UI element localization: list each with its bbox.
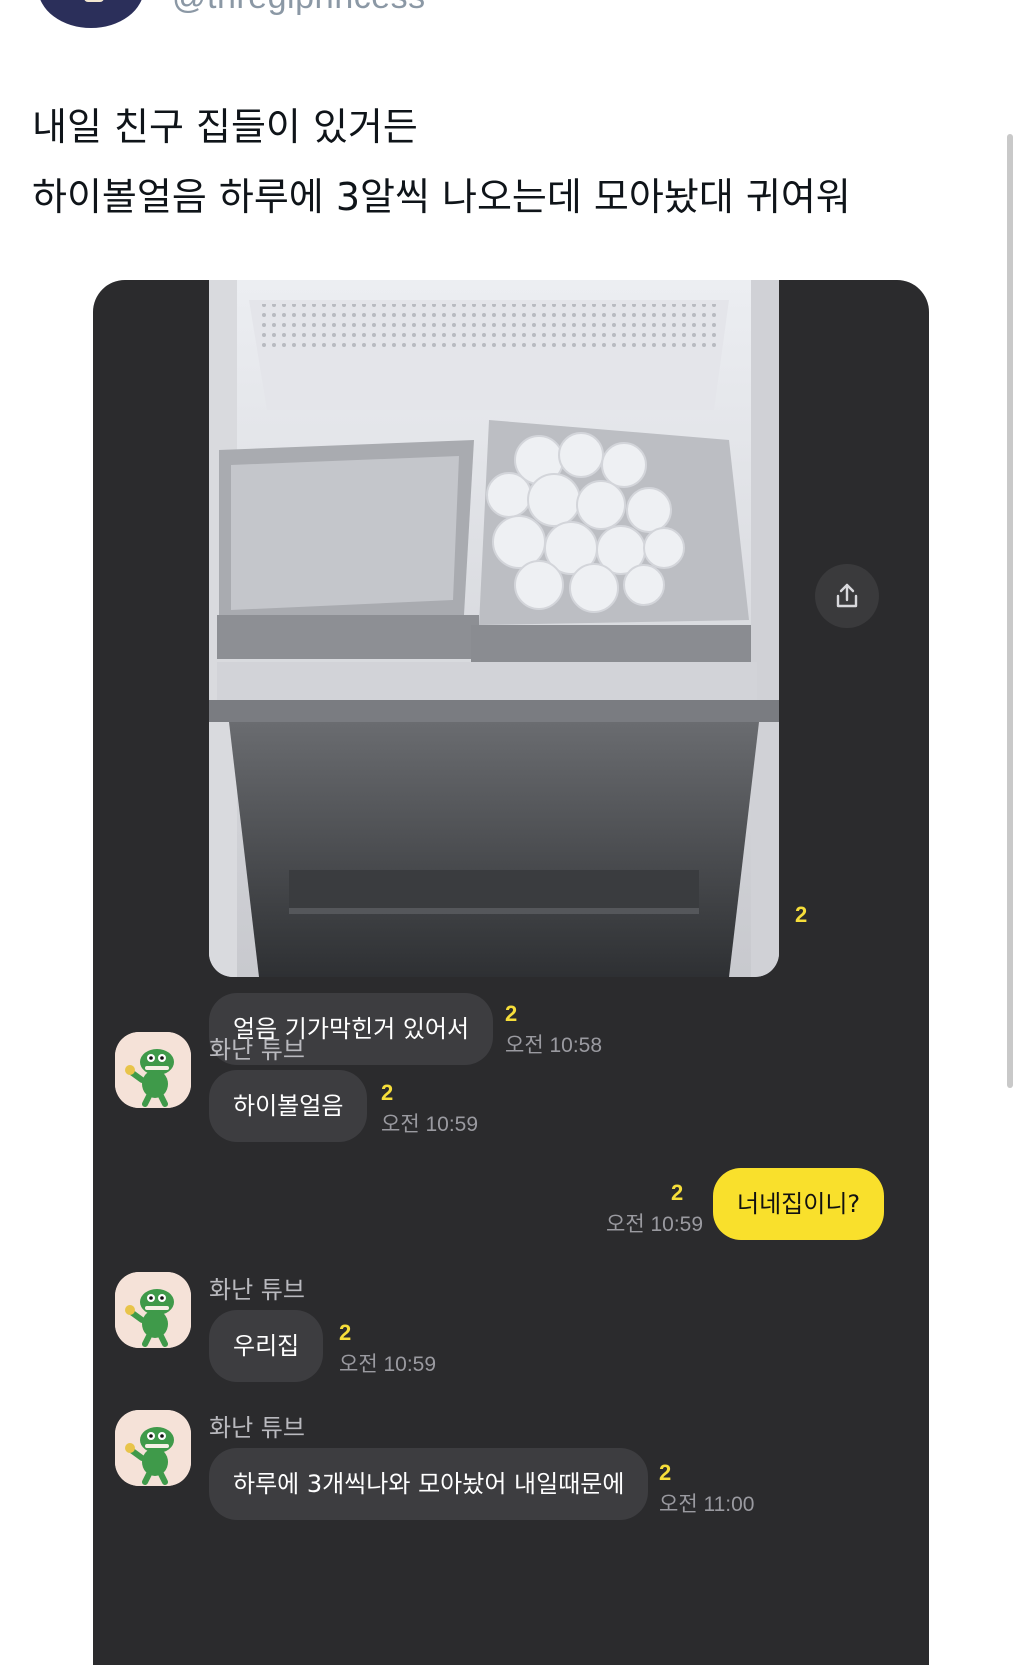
tube-avatar-icon (115, 1272, 191, 1348)
read-count: 2 (339, 1320, 352, 1345)
message-bubble[interactable]: 하이볼얼음 (209, 1070, 368, 1142)
photo-read-count: 2 (795, 902, 808, 927)
freezer-photo[interactable] (209, 280, 779, 977)
message-time: 오전 10:59 (381, 1113, 479, 1136)
tweet-line: 하이볼얼음 하루에 3알씩 나오는데 모아놨대 귀여워 (32, 175, 851, 219)
message-time: 오전 10:59 (339, 1353, 437, 1376)
tweet-text: 내일 친구 집들이 있거든 하이볼얼음 하루에 3알씩 나오는데 모아놨대 귀여… (32, 92, 982, 232)
read-count: 2 (505, 1001, 518, 1026)
avatar-decoration (84, 0, 104, 2)
tube-avatar-icon (115, 1032, 191, 1108)
message-time: 오전 11:00 (659, 1493, 755, 1516)
message-time: 오전 10:58 (505, 1034, 603, 1057)
my-message-bubble[interactable]: 너네집이니? (713, 1168, 885, 1240)
freezer-photo-illustration (209, 280, 779, 977)
sender-name: 화난 튜브 (209, 1276, 305, 1304)
sender-avatar[interactable] (115, 1410, 191, 1486)
profile-avatar[interactable] (38, 0, 144, 28)
sender-avatar[interactable] (115, 1272, 191, 1348)
message-bubble[interactable]: 하루에 3개씩나와 모아놨어 내일때문에 (209, 1448, 649, 1520)
read-count: 2 (659, 1460, 672, 1485)
share-icon (836, 583, 858, 608)
tweet-line: 내일 친구 집들이 있거든 (32, 105, 418, 149)
user-handle[interactable]: @thregiprincess (172, 0, 426, 17)
message-time: 오전 10:59 (606, 1213, 704, 1236)
sender-avatar[interactable] (115, 1032, 191, 1108)
message-bubble[interactable]: 우리집 (209, 1310, 324, 1382)
sender-name: 화난 튜브 (209, 1414, 305, 1442)
sender-name: 화난 튜브 (209, 1036, 305, 1064)
share-button[interactable] (815, 564, 879, 628)
tube-avatar-icon (115, 1410, 191, 1486)
read-count: 2 (671, 1180, 684, 1205)
read-count: 2 (381, 1080, 394, 1105)
chat-screenshot-card[interactable]: 2 얼음 기가막힌거 있어서 2 오전 10:58 화난 튜브 하이볼얼음 2 … (93, 280, 929, 1665)
scrollbar[interactable] (1007, 134, 1013, 1088)
